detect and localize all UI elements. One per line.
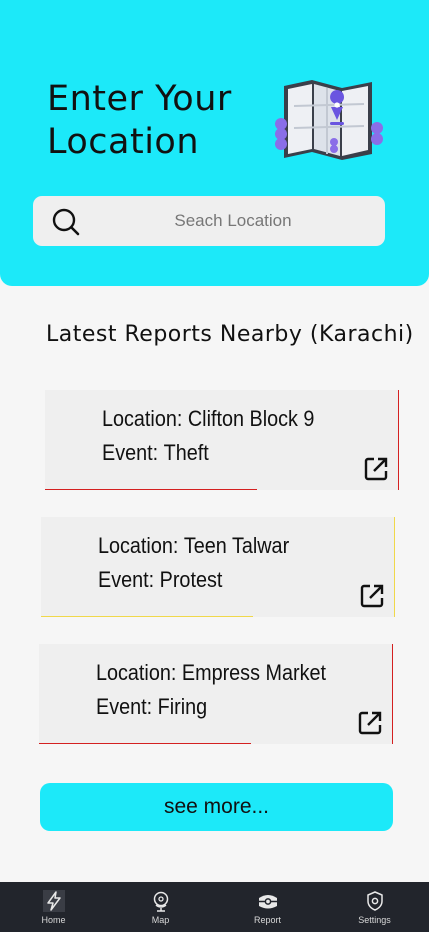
location-value: Clifton Block 9 — [187, 406, 315, 431]
page-title: Enter Your Location — [47, 79, 232, 162]
map-illustration-icon — [275, 80, 383, 160]
card-accent-border — [45, 489, 258, 490]
card-accent-border — [394, 517, 395, 617]
report-location-line: Location: Empress Market — [96, 660, 326, 686]
report-event-line: Event: Protest — [98, 567, 222, 593]
location-label: Location: — [102, 406, 188, 431]
report-location-line: Location: Clifton Block 9 — [102, 406, 314, 432]
event-label: Event: — [102, 440, 164, 465]
section-title: Latest Reports Nearby (Karachi) — [46, 322, 414, 347]
lightning-icon — [42, 890, 65, 912]
nav-label: Map — [151, 915, 170, 925]
nav-label: Settings — [358, 915, 391, 925]
location-value: Empress Market — [181, 660, 327, 685]
card-accent-border — [398, 390, 399, 490]
report-event-line: Event: Firing — [96, 694, 207, 720]
header-panel: Enter Your Location — [0, 0, 429, 286]
search-icon[interactable] — [51, 207, 81, 237]
event-label: Event: — [98, 567, 160, 592]
event-value: Theft — [163, 440, 209, 465]
event-value: Firing — [157, 694, 208, 719]
nav-item-map[interactable]: Map — [107, 882, 214, 932]
see-more-button[interactable]: see more... — [40, 783, 393, 831]
location-label: Location: — [98, 533, 184, 558]
nav-label: Home — [41, 915, 66, 925]
open-external-icon[interactable] — [363, 456, 389, 482]
search-input[interactable] — [103, 196, 363, 246]
globe-pin-icon — [153, 891, 168, 912]
card-accent-border — [392, 644, 393, 744]
card-accent-border — [39, 743, 252, 744]
nav-item-home[interactable]: Home — [0, 882, 107, 932]
card-accent-border — [41, 616, 254, 617]
nav-item-settings[interactable]: Settings — [321, 882, 428, 932]
location-value: Teen Talwar — [183, 533, 290, 558]
event-value: Protest — [159, 567, 223, 592]
report-location-line: Location: Teen Talwar — [98, 533, 289, 559]
open-external-icon[interactable] — [357, 710, 383, 736]
report-event-line: Event: Theft — [102, 440, 209, 466]
shield-gear-icon — [366, 891, 383, 911]
report-icon — [258, 895, 277, 909]
search-bar[interactable] — [33, 196, 385, 246]
nav-item-report[interactable]: Report — [214, 882, 321, 932]
report-card[interactable]: Location: Teen Talwar Event: Protest — [41, 517, 395, 617]
event-label: Event: — [96, 694, 158, 719]
nav-label: Report — [253, 915, 281, 925]
report-card[interactable]: Location: Clifton Block 9 Event: Theft — [45, 390, 399, 490]
location-label: Location: — [96, 660, 182, 685]
open-external-icon[interactable] — [359, 583, 385, 609]
report-card[interactable]: Location: Empress Market Event: Firing — [39, 644, 393, 744]
bottom-nav: Home Map Report Settings — [0, 882, 429, 932]
